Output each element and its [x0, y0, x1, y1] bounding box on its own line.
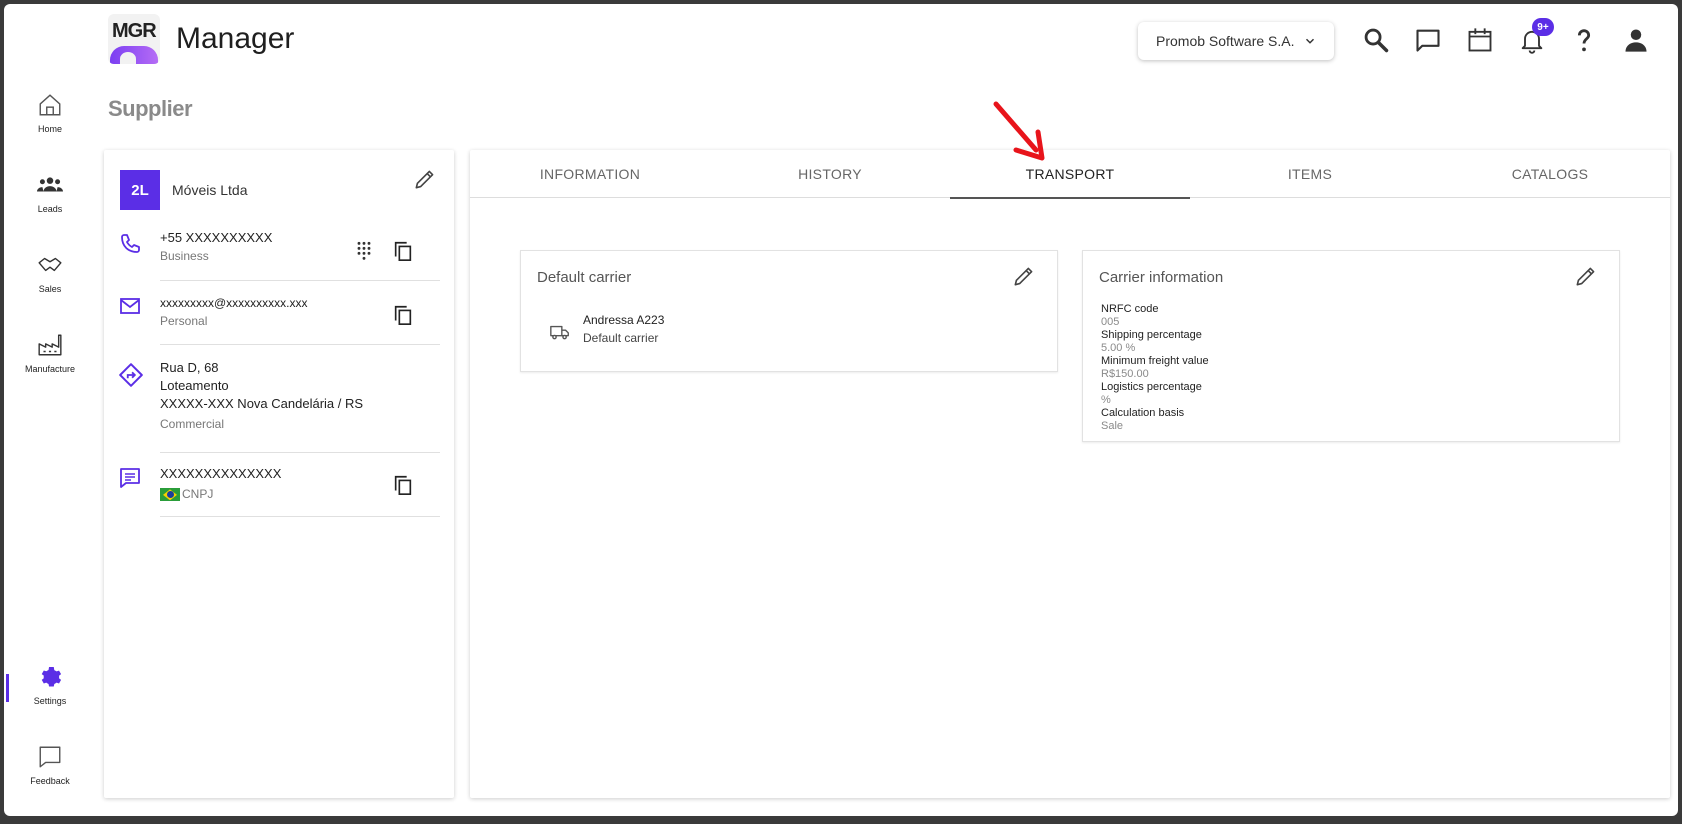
company-selector-label: Promob Software S.A.: [1156, 33, 1295, 49]
email-type: Personal: [160, 314, 208, 328]
calendar-icon: [1468, 28, 1492, 52]
tab-bar: INFORMATION HISTORY TRANSPORT ITEMS CATA…: [470, 150, 1670, 199]
email-info: xxxxxxxxx@xxxxxxxxxx.xxx Personal: [160, 296, 308, 328]
help-icon: [1577, 29, 1591, 52]
edit-carrier-information-button[interactable]: [1573, 263, 1599, 289]
sidebar-item-settings[interactable]: Settings: [14, 664, 86, 706]
field-label-logistics-percentage: Logistics percentage: [1101, 381, 1202, 393]
field-value-calculation-basis: Sale: [1101, 420, 1124, 432]
field-label-nrfc-code: NRFC code: [1101, 303, 1159, 315]
carrier-info-fields: NRFC code 005 Shipping percentage 5.00 %…: [1101, 303, 1209, 433]
annotation-arrow-icon: [993, 101, 1045, 161]
chevron-down-icon: [1305, 38, 1314, 44]
address-line1: Rua D, 68: [160, 360, 219, 375]
sidebar-item-manufacture[interactable]: Manufacture: [14, 332, 86, 374]
carrier-entry[interactable]: Andressa A223 Default carrier: [583, 313, 664, 345]
copy-email-button[interactable]: [392, 304, 414, 326]
feedback-icon: [39, 746, 61, 768]
field-value-nrfc-code: 005: [1101, 316, 1120, 328]
chat-icon: [1416, 29, 1440, 52]
default-carrier-card: Default carrier Andressa A223 Default ca…: [520, 250, 1058, 372]
home-icon: [39, 94, 61, 116]
document-icon: [120, 468, 140, 488]
field-value-logistics-percentage: %: [1101, 394, 1111, 406]
sidebar-item-label: Feedback: [30, 776, 70, 786]
sidebar-item-label: Sales: [38, 284, 62, 294]
field-value-minimum-freight-value: R$150.00: [1101, 368, 1149, 380]
tab-history[interactable]: HISTORY: [710, 150, 950, 198]
edit-default-carrier-button[interactable]: [1011, 263, 1037, 289]
carrier-information-title: Carrier information: [1099, 269, 1224, 286]
document-type: CNPJ: [182, 487, 214, 501]
email-icon: [120, 298, 140, 314]
document-info: XXXXXXXXXXXXXX CNPJ: [160, 466, 282, 502]
dialpad-button[interactable]: [354, 240, 374, 260]
page-title: Supplier: [108, 96, 193, 121]
logo-text: MGR: [112, 20, 157, 42]
address-type: Commercial: [160, 417, 225, 431]
address-info: Rua D, 68 Loteamento XXXXX-XXX Nova Cand…: [160, 360, 363, 431]
search-button[interactable]: [1362, 26, 1390, 54]
sidebar-item-feedback[interactable]: Feedback: [14, 744, 86, 786]
directions-icon: [119, 363, 143, 387]
app-window: MGR Manager Promob Software S.A. 9+ Home…: [4, 4, 1678, 816]
truck-icon: [550, 325, 569, 340]
tab-items[interactable]: ITEMS: [1190, 150, 1430, 198]
address-line3: XXXXX-XXX Nova Candelária / RS: [160, 396, 364, 411]
tab-information[interactable]: INFORMATION: [470, 150, 710, 198]
notifications-badge: 9+: [1532, 18, 1554, 36]
chat-button[interactable]: [1414, 26, 1442, 54]
avatar: 2L: [120, 170, 160, 210]
carrier-subtitle: Default carrier: [583, 331, 659, 345]
edit-supplier-button[interactable]: [412, 166, 438, 192]
address-line2: Loteamento: [160, 378, 229, 393]
supplier-name: Móveis Ltda: [172, 182, 248, 198]
supplier-details-panel: INFORMATION HISTORY TRANSPORT ITEMS CATA…: [470, 150, 1670, 798]
sidebar-item-label: Home: [37, 124, 62, 134]
tab-catalogs[interactable]: CATALOGS: [1430, 150, 1670, 198]
sidebar-item-label: Settings: [33, 696, 67, 706]
field-label-shipping-percentage: Shipping percentage: [1101, 329, 1202, 341]
carrier-name: Andressa A223: [583, 313, 665, 327]
user-account-button[interactable]: [1622, 26, 1650, 54]
copy-phone-button[interactable]: [392, 240, 414, 262]
tab-transport[interactable]: TRANSPORT: [950, 150, 1190, 199]
company-selector[interactable]: Promob Software S.A.: [1138, 22, 1334, 60]
calendar-button[interactable]: [1466, 26, 1494, 54]
search-icon: [1364, 28, 1389, 53]
app-title: Manager: [176, 22, 295, 55]
carrier-information-card: Carrier information NRFC code 005 Shippi…: [1082, 250, 1620, 442]
sidebar-item-label: Manufacture: [24, 364, 76, 374]
gear-icon: [41, 666, 62, 687]
field-label-minimum-freight-value: Minimum freight value: [1101, 355, 1209, 367]
sidebar-item-home[interactable]: Home: [14, 92, 86, 134]
app-logo[interactable]: MGR: [108, 14, 160, 64]
copy-document-button[interactable]: [392, 474, 414, 496]
supplier-card: 2L Móveis Ltda +55 XXXXXXXXXX Business x…: [104, 150, 454, 798]
sidebar-item-leads[interactable]: Leads: [14, 172, 86, 214]
field-value-shipping-percentage: 5.00 %: [1101, 342, 1136, 354]
sidebar-item-label: Leads: [37, 204, 63, 214]
field-label-calculation-basis: Calculation basis: [1101, 407, 1185, 419]
default-carrier-title: Default carrier: [537, 269, 632, 286]
brazil-flag-icon: [160, 488, 180, 502]
sidebar-item-sales[interactable]: Sales: [14, 252, 86, 294]
document-number: XXXXXXXXXXXXXX: [160, 466, 282, 481]
phone-type: Business: [160, 249, 209, 263]
phone-number: +55 XXXXXXXXXX: [160, 230, 273, 245]
sidebar-active-indicator: [6, 674, 9, 702]
handshake-icon: [38, 257, 62, 272]
people-icon: [37, 177, 63, 192]
phone-icon: [121, 234, 140, 253]
phone-info: +55 XXXXXXXXXX Business: [160, 230, 272, 263]
user-icon: [1625, 29, 1647, 52]
help-button[interactable]: [1570, 26, 1598, 54]
email-address: xxxxxxxxx@xxxxxxxxxx.xxx: [160, 296, 308, 310]
factory-icon: [38, 334, 62, 356]
